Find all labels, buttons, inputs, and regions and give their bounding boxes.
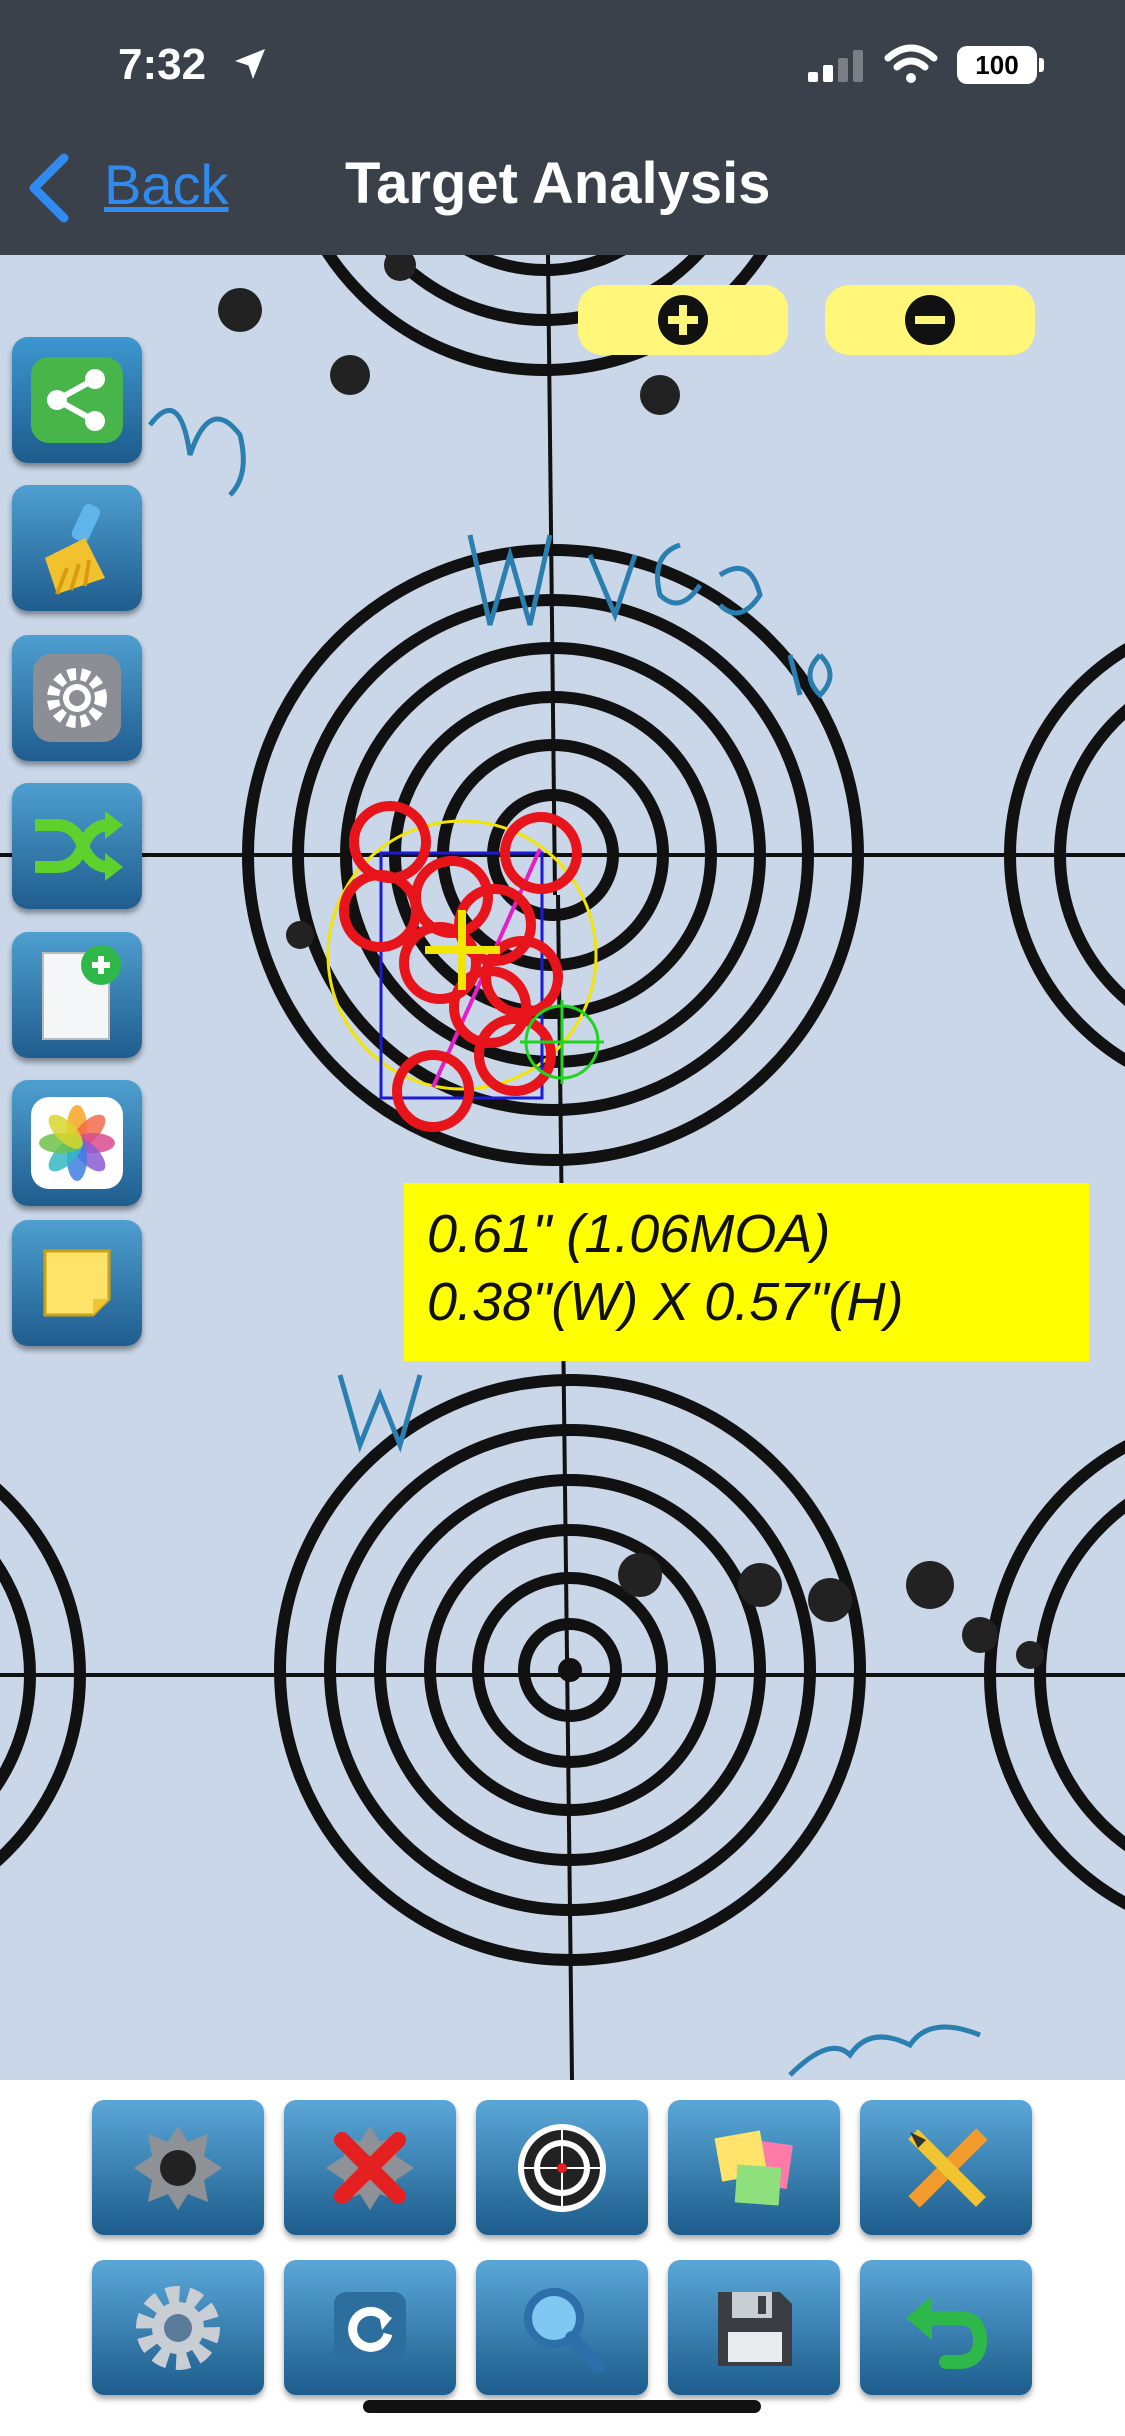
search-button[interactable] xyxy=(476,2260,648,2395)
location-arrow-icon xyxy=(235,49,265,79)
zoom-in-button[interactable] xyxy=(578,285,788,355)
shuffle-button[interactable] xyxy=(12,783,142,909)
note-button[interactable] xyxy=(12,1220,142,1346)
battery-icon: 100 xyxy=(957,46,1037,84)
photos-icon xyxy=(31,1097,123,1189)
save-icon xyxy=(718,2291,792,2366)
bullet-hole-icon xyxy=(134,2125,222,2210)
save-button[interactable] xyxy=(668,2260,840,2395)
target-image[interactable] xyxy=(0,255,1125,2080)
photos-button[interactable] xyxy=(12,1080,142,1206)
new-document-button[interactable] xyxy=(12,932,142,1058)
back-button[interactable]: Back xyxy=(104,152,229,217)
status-bar: 7:32 100 xyxy=(0,0,1125,135)
magnifier-icon xyxy=(524,2287,605,2373)
bottom-toolbar xyxy=(0,2080,1125,2436)
group-result-label: 0.61" (1.06MOA) 0.38"(W) X 0.57"(H) xyxy=(404,1183,1089,1361)
undo-button[interactable] xyxy=(860,2260,1032,2395)
minus-circle-icon xyxy=(905,295,955,345)
clear-button[interactable] xyxy=(12,485,142,611)
group-dimensions-text: 0.38"(W) X 0.57"(H) xyxy=(427,1272,904,1332)
zoom-out-button[interactable] xyxy=(825,285,1035,355)
share-icon xyxy=(31,357,123,443)
plus-circle-icon xyxy=(658,295,708,345)
page-title: Target Analysis xyxy=(345,151,771,216)
share-button[interactable] xyxy=(12,337,142,463)
settings-icon xyxy=(33,654,121,742)
undo-icon xyxy=(906,2295,988,2369)
target-photo[interactable]: 0.61" (1.06MOA) 0.38"(W) X 0.57"(H) xyxy=(0,255,1125,2080)
group-size-text: 0.61" (1.06MOA) xyxy=(427,1204,831,1264)
clear-icon xyxy=(45,503,105,595)
battery-tip xyxy=(1039,58,1044,72)
new-document-icon xyxy=(42,945,121,1040)
chevron-left-icon[interactable] xyxy=(24,152,74,224)
settings-gear-icon xyxy=(136,2285,220,2370)
refresh-button[interactable] xyxy=(284,2260,456,2395)
sticky-notes-icon xyxy=(714,2129,793,2205)
wifi-icon xyxy=(884,44,938,83)
delete-hole-button[interactable] xyxy=(284,2100,456,2235)
measure-button[interactable] xyxy=(860,2100,1032,2235)
measure-tools-icon xyxy=(908,2127,988,2208)
target-button[interactable] xyxy=(476,2100,648,2235)
battery-level: 100 xyxy=(975,49,1019,80)
delete-hole-icon xyxy=(326,2125,414,2210)
notes-button[interactable] xyxy=(668,2100,840,2235)
settings-button[interactable] xyxy=(12,635,142,761)
target-icon xyxy=(518,2123,606,2212)
shuffle-icon xyxy=(35,811,123,881)
add-hole-button[interactable] xyxy=(92,2100,264,2235)
refresh-icon xyxy=(334,2291,406,2364)
signal-icon xyxy=(808,50,863,82)
home-indicator xyxy=(363,2400,761,2413)
note-icon xyxy=(43,1249,111,1317)
status-time: 7:32 xyxy=(118,40,207,89)
options-button[interactable] xyxy=(92,2260,264,2395)
